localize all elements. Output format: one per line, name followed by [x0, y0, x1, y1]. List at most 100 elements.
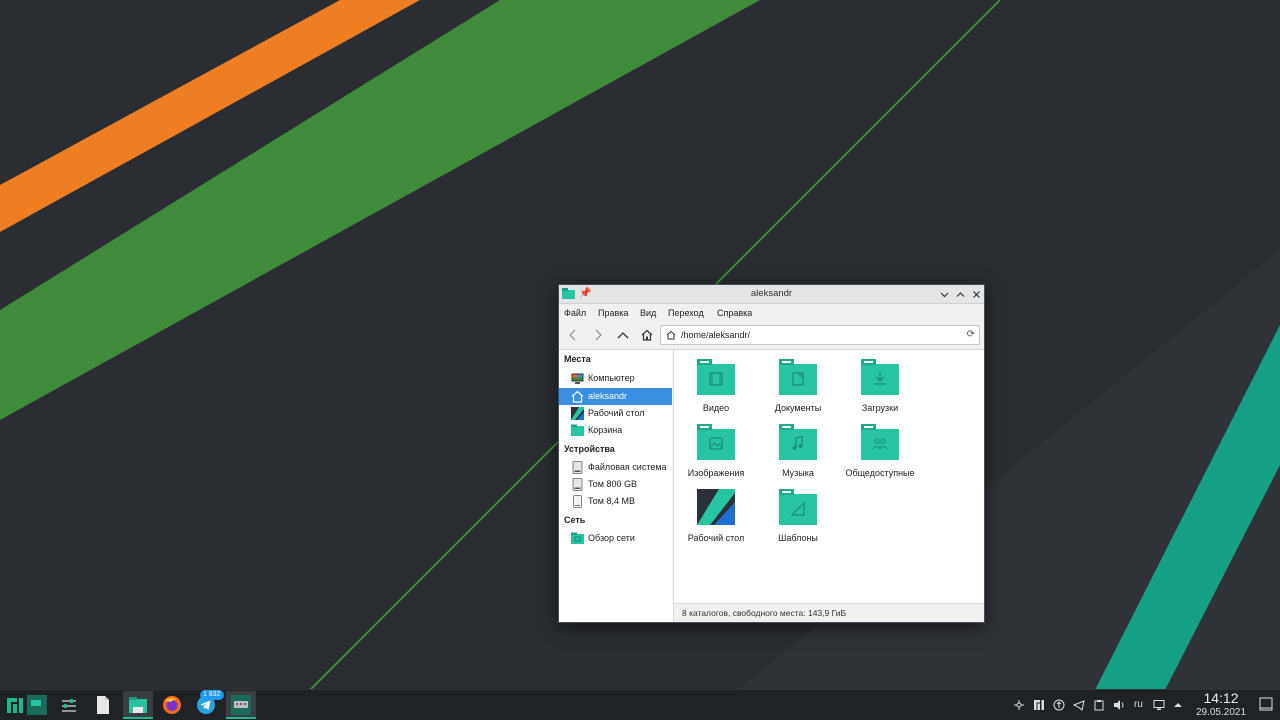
pictures-folder-icon [697, 424, 735, 460]
folder-icon [129, 697, 147, 713]
chevron-down-icon [940, 292, 948, 298]
clock-time[interactable]: 14:12 [1190, 690, 1252, 707]
telegram-tray-icon[interactable] [1073, 699, 1085, 711]
home-icon [641, 329, 653, 341]
sidebar-item-label: aleksandr [588, 391, 628, 401]
sidebar-item-volume-800gb[interactable]: Том 800 GB [559, 476, 672, 493]
sidebar-item-label: Рабочий стол [588, 408, 645, 418]
sidebar-item-label: Том 800 GB [588, 479, 638, 489]
chevron-right-icon [595, 329, 602, 341]
clock-date[interactable]: 29.05.2021 [1186, 706, 1256, 719]
places-header: Места [564, 354, 591, 364]
desktop-folder-icon [697, 489, 735, 525]
close-button[interactable] [969, 285, 983, 303]
chevron-up-icon [956, 292, 964, 297]
video-folder-icon [697, 359, 735, 395]
folder-label: Загрузки [861, 403, 899, 413]
file-manager-window: 📌 aleksandr Файл Правка Вид Переход Спра… [558, 284, 985, 623]
window-titlebar[interactable]: 📌 aleksandr [559, 285, 984, 304]
menu-file[interactable]: Файл [564, 304, 586, 322]
navigation-toolbar: /home/aleksandr/ ⟳ [559, 322, 984, 350]
network-folder-icon [571, 532, 584, 544]
file-view: Видео Документы Загрузки Изображения Муз… [674, 350, 984, 604]
show-desktop-icon[interactable] [1259, 697, 1273, 711]
volume-icon[interactable] [1113, 699, 1125, 711]
tray-expand-icon[interactable] [1172, 699, 1184, 711]
desktop-icon [571, 407, 584, 420]
sidebar-item-label: Обзор сети [588, 533, 635, 543]
folder-item-public[interactable]: Общедоступные [839, 415, 921, 478]
address-path: /home/aleksandr/ [681, 330, 751, 340]
folder-label: Музыка [782, 468, 814, 478]
network-icon[interactable] [1013, 699, 1025, 711]
pager-desktop-button[interactable] [22, 691, 52, 719]
folder-item-video[interactable]: Видео [675, 350, 757, 413]
menu-view[interactable]: Вид [640, 304, 656, 322]
folder-label: Шаблоны [778, 533, 818, 543]
menu-edit[interactable]: Правка [598, 304, 628, 322]
sidebar-item-label: Файловая система [588, 462, 667, 472]
folder-item-downloads[interactable]: Загрузки [839, 350, 921, 413]
firefox-button[interactable] [157, 691, 187, 719]
manjaro-settings-icon[interactable] [1033, 699, 1045, 711]
music-folder-icon [779, 424, 817, 460]
maximize-button[interactable] [953, 285, 967, 303]
up-button[interactable] [614, 326, 632, 344]
sidebar-item-desktop[interactable]: Рабочий стол [559, 405, 672, 422]
back-button[interactable] [564, 326, 582, 344]
system-settings-button[interactable] [54, 691, 84, 719]
clipboard-icon[interactable] [1093, 699, 1105, 711]
file-manager-taskbar-button[interactable] [123, 691, 153, 719]
sidebar-item-volume-8mb[interactable]: Том 8,4 MB [559, 493, 672, 510]
sidebar-item-label: Том 8,4 MB [588, 496, 635, 506]
sidebar-item-label: Компьютер [588, 373, 635, 383]
folder-item-pictures[interactable]: Изображения [675, 415, 757, 478]
sidebar-item-label: Корзина [588, 425, 623, 435]
folder-item-music[interactable]: Музыка [757, 415, 839, 478]
address-bar[interactable]: /home/aleksandr/ ⟳ [660, 325, 980, 345]
package-manager-button[interactable] [226, 691, 256, 719]
document-icon [97, 696, 109, 714]
taskbar: 1 832 ru 14:12 29.05.2021 [0, 689, 1280, 720]
display-icon[interactable] [1153, 699, 1165, 711]
status-bar: 8 каталогов, свободного места: 143,9 ГиБ [674, 603, 984, 622]
updates-icon[interactable] [1053, 699, 1065, 711]
templates-folder-icon [779, 489, 817, 525]
folder-label: Общедоступные [845, 468, 915, 478]
public-folder-icon [861, 424, 899, 460]
sidebar-item-network[interactable]: Обзор сети [559, 530, 672, 547]
sidebar-item-trash[interactable]: Корзина [559, 422, 672, 439]
menu-go[interactable]: Переход [668, 304, 704, 322]
folder-label: Рабочий стол [687, 533, 745, 543]
folder-label: Изображения [687, 468, 745, 478]
window-title: aleksandr [750, 288, 793, 299]
close-icon [972, 291, 980, 298]
folder-item-documents[interactable]: Документы [757, 350, 839, 413]
menu-help[interactable]: Справка [717, 304, 752, 322]
sidebar-item-computer[interactable]: Компьютер [559, 370, 672, 387]
folder-label: Видео [702, 403, 730, 413]
trash-icon [571, 424, 584, 436]
network-header: Сеть [564, 515, 586, 525]
reload-icon[interactable]: ⟳ [967, 326, 975, 344]
virtual-desktop-icon [27, 695, 47, 715]
keyboard-layout-indicator[interactable]: ru [1134, 690, 1143, 720]
drive-icon [572, 478, 583, 491]
text-editor-button[interactable] [88, 691, 118, 719]
forward-button[interactable] [589, 326, 607, 344]
chevron-left-icon [569, 329, 576, 341]
sidebar-item-home[interactable]: aleksandr [559, 388, 672, 405]
sidebar-item-filesystem[interactable]: Файловая система [559, 459, 672, 476]
documents-folder-icon [779, 359, 817, 395]
chevron-up-icon [617, 332, 629, 339]
downloads-folder-icon [861, 359, 899, 395]
telegram-unread-badge: 1 832 [200, 690, 224, 700]
status-text: 8 каталогов, свободного места: 143,9 ГиБ [682, 608, 847, 618]
folder-item-desktop[interactable]: Рабочий стол [675, 480, 757, 543]
home-icon [571, 390, 584, 403]
home-button[interactable] [638, 326, 656, 344]
folder-item-templates[interactable]: Шаблоны [757, 480, 839, 543]
minimize-button[interactable] [937, 285, 951, 303]
devices-header: Устройства [564, 444, 615, 454]
home-icon [666, 330, 676, 340]
